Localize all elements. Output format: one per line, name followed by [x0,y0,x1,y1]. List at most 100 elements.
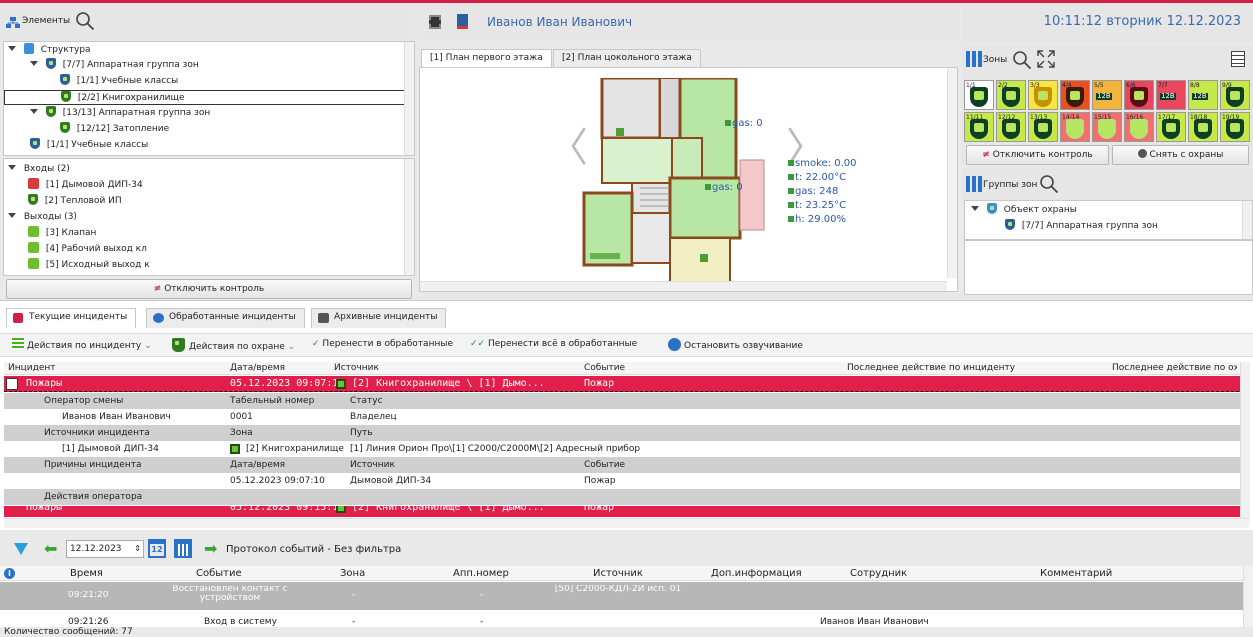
zone-tile[interactable]: 14/14 [1060,112,1090,142]
group-item[interactable]: [7/7] Аппаратная группа зон [965,219,1252,234]
zone-tile[interactable]: 5/5 12B [1092,80,1122,110]
plan-tabs: [1] План первого этажа [2] План цокольно… [417,49,960,67]
stop-sound-button[interactable]: Остановить озвучивание [668,338,803,351]
expand-icon[interactable] [8,46,16,51]
zone-tile[interactable]: 4/4 [1060,80,1090,110]
tree-item-zone-selected[interactable]: [2/2] Книгохранилище [4,90,414,105]
expand-icon[interactable] [30,61,38,66]
prev-day-arrow-icon[interactable]: ⬅ [44,541,57,557]
zone-tile[interactable]: 16/16 [1124,112,1154,142]
spin-icon[interactable]: ⇕ [134,541,141,557]
tree-item-zone[interactable]: [12/12] Затопление [4,122,414,137]
expand-icon[interactable] [30,109,38,114]
zone-tile[interactable]: 19/19 [1220,112,1250,142]
incident-row[interactable]: Пожары 05.12.2023 09:15:11 [2] Книгохран… [4,506,1249,517]
guard-actions-button[interactable]: Действия по охране ⌄ [172,338,295,352]
expand-icon[interactable] [971,206,979,211]
tree-item-group[interactable]: [13/13] Аппаратная группа зон [4,106,414,121]
group-item-object[interactable]: Объект охраны [965,203,1252,218]
zone-tile[interactable]: 11/11 [964,112,994,142]
tab-archived-incidents[interactable]: Архивные инциденты [311,308,447,328]
input-item[interactable]: [2] Тепловой ИП [4,194,414,209]
protocol-scrollbar[interactable] [1243,566,1253,627]
search-icon[interactable] [75,11,95,34]
zone-tiles: 1/1 2/2 3/3 4/4 5/5 12B 6/6 7/7 12B 8/8 12B… [964,80,1253,144]
tab-plan-basement[interactable]: [2] План цокольного этажа [553,49,701,67]
tree-item-zone[interactable]: [1/1] Учебные классы [4,138,414,153]
output-item[interactable]: [5] Исходный выход к [4,258,414,273]
shield-icon [60,74,70,85]
sensor-icon [788,174,794,180]
actions-header-row: Действия оператора [4,489,1249,505]
incident-scrollbar-v[interactable] [1240,362,1250,522]
zone-tile[interactable]: 7/7 12B [1156,80,1186,110]
plan-scrollbar-h[interactable] [420,281,947,291]
filter-icon[interactable] [14,543,28,555]
incident-row-selected[interactable]: Пожары 05.12.2023 09:07:10 [2] Книгохран… [4,376,1249,392]
zone-tile[interactable]: 17/17 [1156,112,1186,142]
disarm-button[interactable]: Снять с охраны [1112,145,1249,165]
output-item[interactable]: [3] Клапан [4,226,414,241]
zone-tile[interactable]: 6/6 [1124,80,1154,110]
expand-icon[interactable] [1036,49,1056,72]
disable-control-icon: ≠ [982,150,990,160]
incident-scrollbar-h[interactable] [4,518,1249,528]
io-scrollbar[interactable] [404,159,414,275]
operator-row[interactable]: Иванов Иван Иванович 0001 Владелец [4,409,1249,425]
plan-scrollbar-v[interactable] [947,68,957,278]
tree-item-group[interactable]: [7/7] Аппаратная группа зон [4,58,414,73]
tab-processed-incidents[interactable]: Обработанные инциденты [146,308,305,328]
search-icon[interactable] [1039,174,1059,197]
incident-grid: Инцидент Дата/время Источник Событие Пос… [4,362,1249,517]
output-item[interactable]: [4] Рабочий выход кл [4,242,414,257]
operator-header-row: Оператор смены Табельный номер Статус [4,393,1249,409]
zone-tile[interactable]: 15/15 [1092,112,1122,142]
move-processed-button[interactable]: ✓ Перенести в обработанные [312,339,453,349]
disarm-icon [1137,149,1147,158]
zone-tile[interactable]: 2/2 [996,80,1026,110]
causes-header-row: Причины инцидента Дата/время Источник Со… [4,457,1249,473]
search-icon[interactable] [1012,50,1032,73]
zone-tile[interactable]: 8/8 12B [1188,80,1218,110]
tab-current-incidents[interactable]: Текущие инциденты [6,308,137,328]
protocol-row[interactable]: 09:21:26 Вход в систему - - Иванов Иван … [0,614,1253,627]
zone-tile[interactable]: 1/1 [964,80,994,110]
protocol-grid-header: i Время Событие Зона Апп.номер Источник … [0,566,1253,581]
protocol-row-selected[interactable]: 09:21:20 Восстановлен контакт с устройст… [0,582,1253,610]
tree-item-zone[interactable]: [1/1] Учебные классы [4,74,414,89]
shield-icon [45,58,56,69]
expand-icon[interactable] [8,165,16,170]
incident-actions-button[interactable]: Действия по инциденту ⌄ [12,338,152,351]
zone-tile[interactable]: 13/13 [1028,112,1058,142]
cause-row[interactable]: 05.12.2023 09:07:10 Дымовой ДИП-34 Пожар [4,473,1249,489]
calendar-icon[interactable]: 12 [148,539,166,558]
tree-scrollbar[interactable] [404,42,414,155]
sensor-icon [788,188,794,194]
info-icon[interactable]: i [4,568,15,579]
datetime-header: 10:11:12 вторник 12.12.2023 [962,3,1253,41]
zone-tile[interactable]: 12/12 [996,112,1026,142]
source-row[interactable]: [1] Дымовой ДИП-34 [2] Книгохранилище [1… [4,441,1249,457]
message-count: Количество сообщений: 77 [4,627,133,637]
tab-plan-first-floor[interactable]: [1] План первого этажа [421,49,552,67]
zone-tile[interactable]: 3/3 [1028,80,1058,110]
calendar-range-icon[interactable] [174,539,192,558]
table-view-icon[interactable] [1231,51,1245,67]
move-all-processed-button[interactable]: ✓✓ Перенести всё в обработанные [470,339,637,349]
zone-tile[interactable]: 9/9 [1220,80,1250,110]
disable-control-icon: ≠ [153,284,162,294]
collapse-icon[interactable] [6,378,18,390]
outputs-header[interactable]: Выходы (3) [4,210,414,225]
zone-tile[interactable]: 18/18 [1188,112,1218,142]
elements-title: Элементы [22,16,71,26]
inputs-header[interactable]: Входы (2) [4,162,414,177]
processed-icon [153,313,164,323]
groups-scrollbar[interactable] [1242,201,1252,239]
date-input[interactable]: 12.12.2023 ⇕ [66,540,144,558]
expand-icon[interactable] [8,213,16,218]
tree-item-structure[interactable]: Структура [4,43,414,58]
input-item[interactable]: [1] Дымовой ДИП-34 [4,178,414,193]
next-day-arrow-icon[interactable]: ➡ [204,541,217,557]
disable-control-button[interactable]: ≠ Отключить контроль [6,279,412,299]
zones-disable-control-button[interactable]: ≠ Отключить контроль [966,145,1109,165]
